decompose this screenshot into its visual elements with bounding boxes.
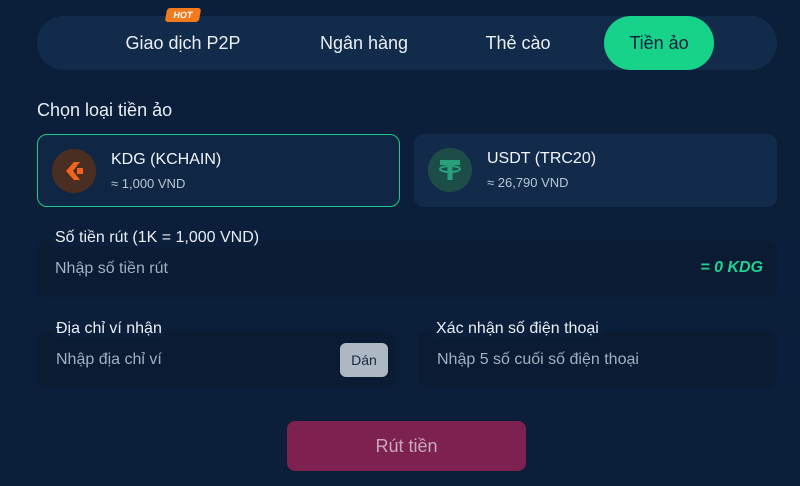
- tab-bank[interactable]: Ngân hàng: [299, 16, 429, 70]
- paste-button[interactable]: Dán: [340, 343, 388, 377]
- hot-badge: HOT: [164, 8, 202, 22]
- coin-name: KDG (KCHAIN): [111, 151, 222, 168]
- tab-scratch-card[interactable]: Thẻ cào: [465, 16, 571, 70]
- tab-crypto[interactable]: Tiền ảo: [604, 16, 714, 70]
- amount-input[interactable]: [55, 257, 615, 281]
- coin-rate: ≈ 1,000 VND: [111, 176, 186, 191]
- tab-p2p[interactable]: Giao dịch P2P: [105, 16, 261, 70]
- phone-confirm-input[interactable]: [437, 348, 757, 372]
- tab-bar: Giao dịch P2P Ngân hàng Thẻ cào Tiền ảo: [37, 16, 777, 70]
- tether-logo-icon: [428, 148, 472, 192]
- amount-field: = 0 KDG: [37, 240, 777, 297]
- amount-label: Số tiền rút (1K = 1,000 VND): [51, 229, 264, 247]
- coin-option-kdg[interactable]: KDG (KCHAIN) ≈ 1,000 VND: [37, 134, 400, 207]
- wallet-address-input[interactable]: [56, 348, 336, 372]
- kdg-logo-icon: [52, 149, 96, 193]
- section-title: Chọn loại tiền ảo: [37, 100, 173, 120]
- wallet-field: Dán: [37, 331, 395, 388]
- coin-name: USDT (TRC20): [487, 150, 597, 167]
- withdraw-button[interactable]: Rút tiền: [287, 421, 526, 471]
- phone-label: Xác nhận số điện thoại: [432, 320, 603, 338]
- coin-rate: ≈ 26,790 VND: [487, 175, 569, 190]
- phone-field: [418, 331, 777, 388]
- amount-conversion: = 0 KDG: [700, 259, 763, 276]
- wallet-label: Địa chỉ ví nhận: [52, 320, 166, 338]
- coin-option-usdt[interactable]: USDT (TRC20) ≈ 26,790 VND: [414, 134, 777, 207]
